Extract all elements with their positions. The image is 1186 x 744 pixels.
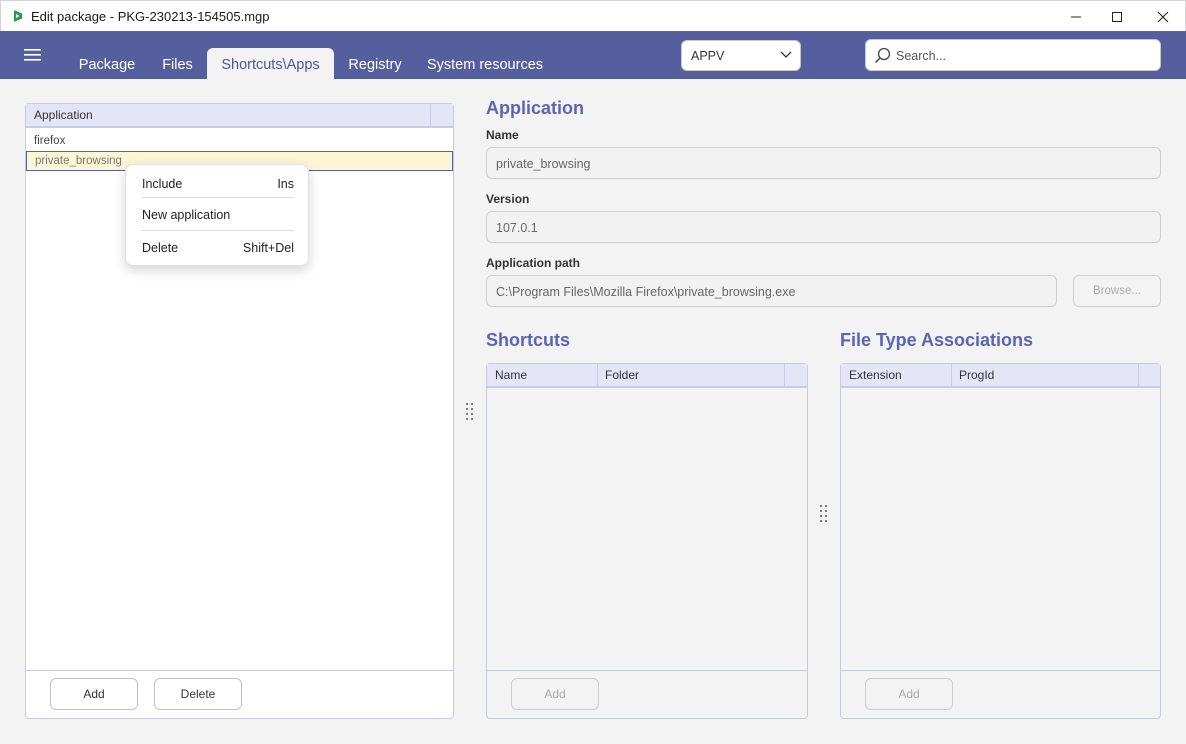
fta-section-title: File Type Associations [840,330,1034,350]
browse-button[interactable]: Browse... [1073,275,1161,307]
menu-separator [142,230,294,231]
version-input[interactable] [496,219,1146,237]
menu-item-delete[interactable]: Delete Shift+Del [126,237,310,259]
application-section-title: Application [486,98,584,118]
name-label: Name [486,128,519,142]
menu-item-include[interactable]: Include Ins [126,173,310,195]
title-bar: Edit package - PKG-230213-154505.mgp [0,0,1186,31]
fta-footer: Add [841,670,1160,718]
column-progid[interactable]: ProgId [951,364,1138,386]
version-field[interactable] [486,211,1161,243]
menu-separator [142,197,294,198]
column-application[interactable]: Application [26,104,430,126]
shortcuts-grid: Name Folder Add [486,363,808,719]
menu-item-shortcut: Shift+Del [242,241,294,255]
column-divider [784,364,785,386]
column-extension[interactable]: Extension [841,364,951,386]
version-label: Version [486,192,530,206]
menu-item-label: Delete [142,241,179,255]
minimize-icon [1071,16,1081,17]
search-icon [874,47,891,64]
column-divider [430,104,431,126]
tab-shortcuts-apps[interactable]: Shortcuts\Apps [207,48,334,79]
column-name[interactable]: Name [487,364,597,386]
maximize-icon [1112,11,1122,22]
package-format-value: APPV [691,48,725,63]
fta-grid: Extension ProgId Add [840,363,1161,719]
menu-item-shortcut: Ins [277,177,294,191]
add-fta-button[interactable]: Add [865,678,953,710]
package-format-select[interactable]: APPV [681,40,801,71]
tab-package[interactable]: Package [70,48,144,79]
shortcuts-section-title: Shortcuts [486,330,571,350]
shortcuts-footer: Add [487,670,807,718]
search-input[interactable] [896,46,1151,66]
maximize-button[interactable] [1094,1,1140,32]
add-application-button[interactable]: Add [50,678,138,710]
application-path-label: Application path [486,256,580,270]
search-box[interactable] [865,39,1161,71]
application-list-footer: Add Delete [26,670,453,718]
application-path-field[interactable] [486,275,1057,307]
nav-bar: Package Files Shortcuts\Apps Registry Sy… [0,31,1186,79]
minimize-button[interactable] [1053,1,1099,32]
name-field[interactable] [486,147,1161,179]
menu-item-label: New application [142,208,231,222]
close-icon [1157,11,1169,22]
menu-item-label: Include [142,177,183,191]
close-button[interactable] [1140,1,1186,32]
chevron-down-icon [780,51,792,58]
application-path-input[interactable] [496,283,1046,301]
app-logo-icon [14,10,22,22]
column-folder[interactable]: Folder [597,364,784,386]
vertical-splitter-handle[interactable] [466,403,474,421]
add-shortcut-button[interactable]: Add [511,678,599,710]
window-title: Edit package - PKG-230213-154505.mgp [31,9,270,24]
vertical-splitter-handle[interactable] [820,505,828,523]
fta-grid-header: Extension ProgId [841,364,1160,388]
name-input[interactable] [496,155,1146,173]
list-item-firefox[interactable]: firefox [26,131,453,151]
application-list-header: Application [26,104,453,128]
context-menu: Include Ins New application Delete Shift… [125,164,309,266]
delete-application-button[interactable]: Delete [154,678,242,710]
column-divider [1138,364,1139,386]
shortcuts-grid-header: Name Folder [487,364,807,388]
tab-registry[interactable]: Registry [339,48,411,79]
tab-system-resources[interactable]: System resources [420,48,550,79]
tab-files[interactable]: Files [150,48,205,79]
menu-item-new-application[interactable]: New application [126,204,310,226]
hamburger-menu-icon[interactable] [24,48,42,62]
